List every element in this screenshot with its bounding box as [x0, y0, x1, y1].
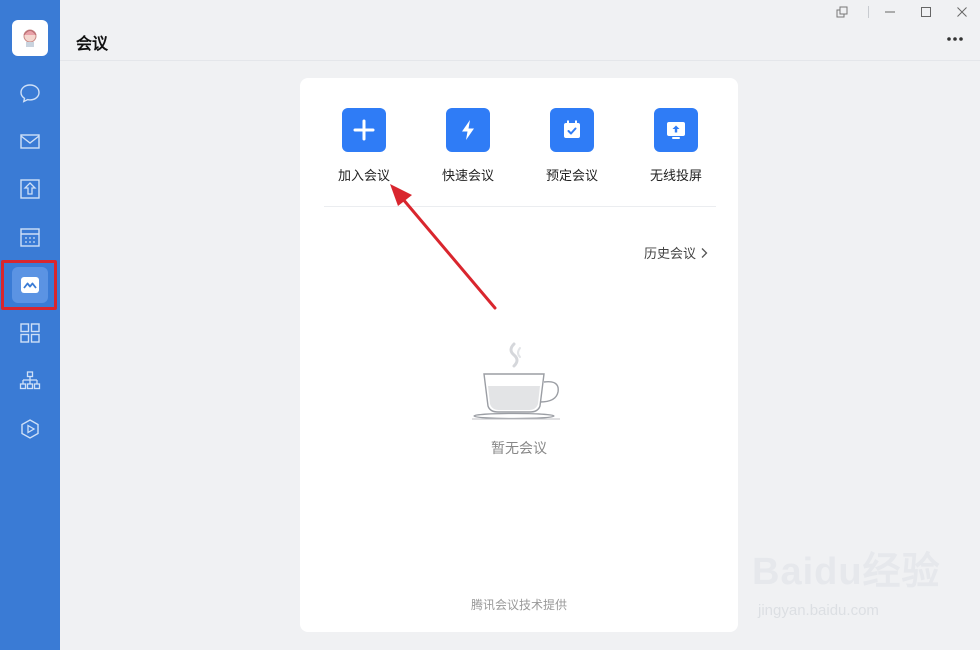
join-meeting-tile: [342, 108, 386, 152]
close-button[interactable]: [954, 4, 970, 20]
video-play-icon: [21, 419, 39, 439]
wireless-projection-label: 无线投屏: [649, 169, 702, 184]
watermark-brand: Baidu经验: [752, 551, 941, 593]
sidebar-item-calendar[interactable]: [12, 219, 48, 255]
page-title: 会议: [76, 34, 109, 53]
sidebar-item-apps[interactable]: [12, 315, 48, 351]
chat-icon: [20, 84, 40, 103]
wireless-projection-tile: [654, 108, 698, 152]
maximize-icon: [921, 7, 931, 17]
sidebar-item-workspace[interactable]: [12, 171, 48, 207]
minimize-button[interactable]: [882, 4, 898, 20]
schedule-meeting-tile: [550, 108, 594, 152]
history-meetings-link[interactable]: 历史会议: [644, 243, 708, 262]
workspace-icon: [20, 179, 40, 199]
maximize-button[interactable]: [918, 4, 934, 20]
screen-share-icon: [667, 122, 685, 139]
close-icon: [957, 7, 967, 17]
sidebar: [0, 0, 60, 650]
annotation-highlight-frame: [1, 260, 57, 310]
join-meeting-label: 加入会议: [337, 169, 390, 184]
quick-meeting-button[interactable]: 快速会议: [423, 108, 513, 184]
chevron-right-icon: [701, 247, 708, 258]
mail-icon: [20, 134, 40, 149]
divider: [324, 206, 716, 207]
schedule-meeting-label: 预定会议: [545, 169, 598, 184]
calendar-icon: [20, 228, 40, 247]
quick-meeting-label: 快速会议: [441, 169, 494, 184]
more-dots-icon: [947, 37, 963, 41]
schedule-meeting-button[interactable]: 预定会议: [527, 108, 617, 184]
more-options-button[interactable]: [946, 32, 964, 42]
pin-icon: [836, 6, 848, 18]
quick-meeting-tile: [446, 108, 490, 152]
sidebar-item-video[interactable]: [12, 411, 48, 447]
provider-credit: 腾讯会议技术提供: [470, 598, 567, 612]
pin-button[interactable]: [834, 4, 850, 20]
title-bar-divider: [868, 6, 869, 18]
minimize-icon: [885, 11, 895, 13]
avatar[interactable]: [12, 20, 48, 56]
wireless-projection-button[interactable]: 无线投屏: [631, 108, 721, 184]
sidebar-item-org[interactable]: [12, 363, 48, 399]
empty-coffee-cup-icon: [472, 342, 560, 420]
empty-state-text: 暂无会议: [491, 441, 547, 457]
title-bar: 会议: [60, 0, 980, 61]
org-chart-icon: [19, 371, 41, 390]
plus-icon: [353, 119, 375, 141]
calendar-check-icon: [564, 120, 580, 138]
history-meetings-label: 历史会议: [643, 247, 696, 262]
apps-grid-icon: [20, 323, 40, 343]
lightning-icon: [462, 120, 474, 140]
watermark: Baidu经验 jingyan.baidu.com: [752, 540, 972, 630]
join-meeting-button[interactable]: 加入会议: [319, 108, 409, 184]
sidebar-item-chat[interactable]: [12, 75, 48, 111]
sidebar-item-mail[interactable]: [12, 123, 48, 159]
meeting-panel: 加入会议 快速会议 预定会议 无线投屏 历史会议 暂无会议 腾讯会议技术提供: [300, 78, 738, 632]
watermark-url: jingyan.baidu.com: [758, 602, 879, 619]
